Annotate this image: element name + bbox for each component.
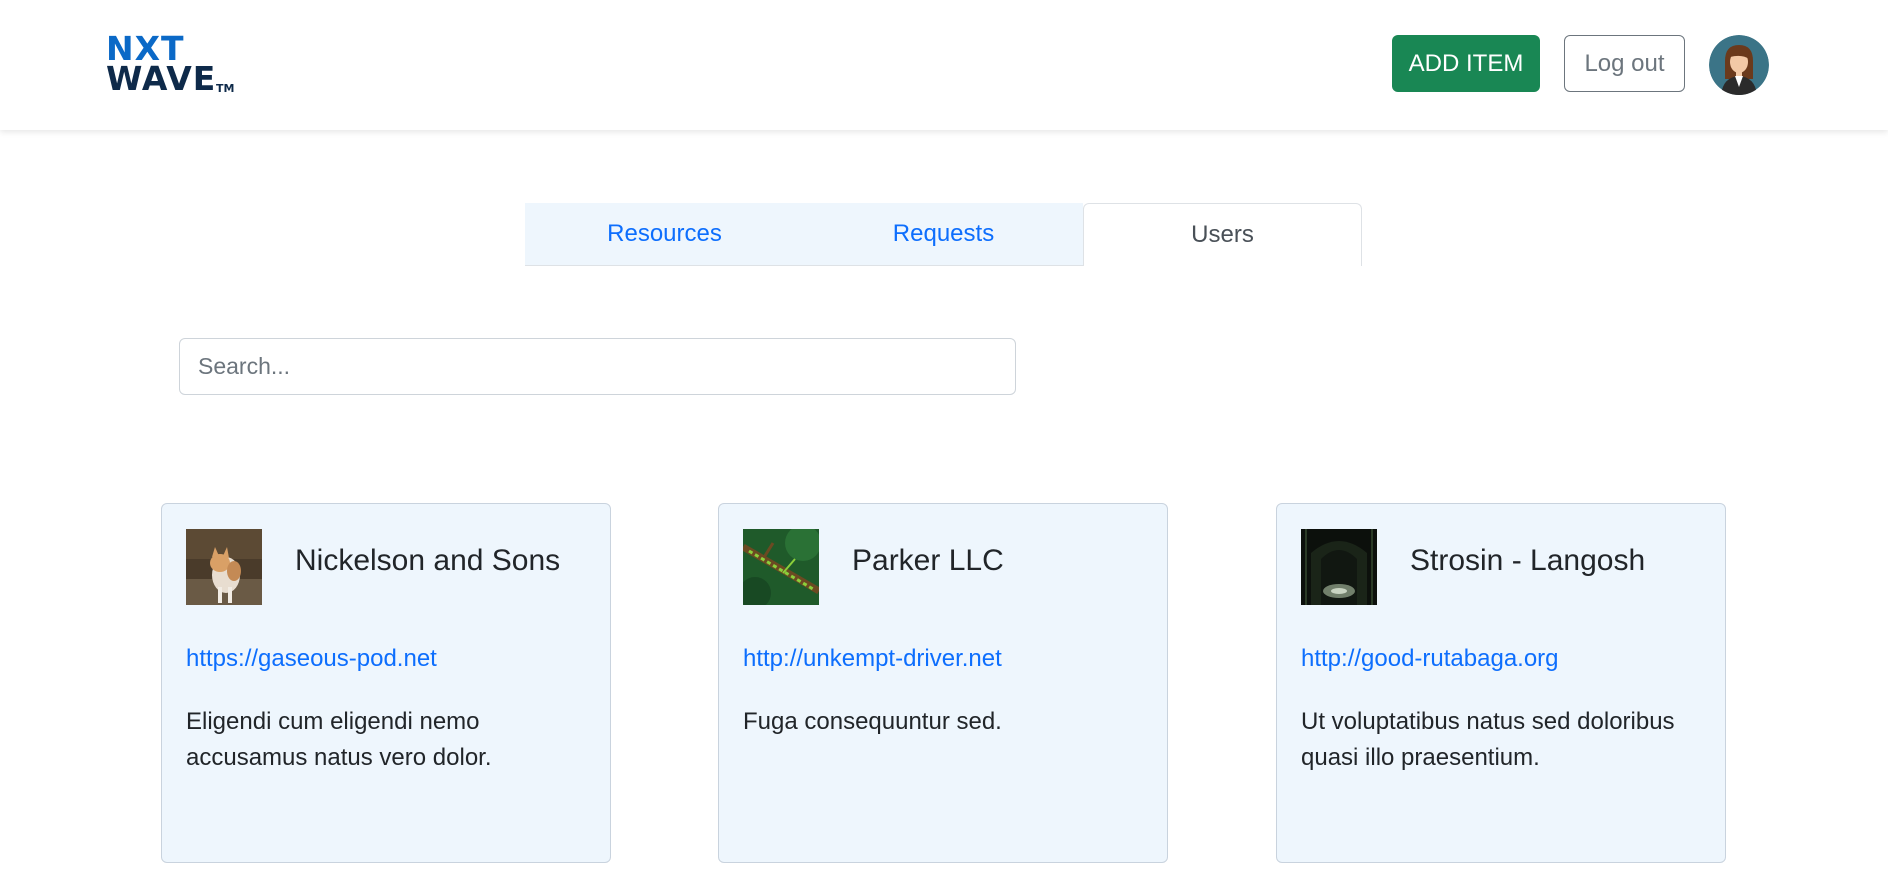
- nxtwave-logo[interactable]: NXT WAVE TM: [106, 32, 236, 96]
- add-item-button[interactable]: ADD ITEM: [1392, 35, 1540, 92]
- app-header: NXT WAVE TM ADD ITEM Log out: [0, 0, 1888, 130]
- card-link[interactable]: http://good-rutabaga.org: [1301, 645, 1559, 673]
- card-description: Fuga consequuntur sed.: [743, 708, 1002, 735]
- card-title: Strosin - Langosh: [1410, 544, 1646, 577]
- card-link[interactable]: https://gaseous-pod.net: [186, 645, 437, 673]
- moss-branch-photo-icon: [743, 529, 819, 605]
- card-description: Ut voluptatibus natus sed doloribus quas…: [1301, 708, 1675, 771]
- logo-trademark: TM: [216, 82, 235, 95]
- search-input[interactable]: [179, 338, 1016, 395]
- card-link[interactable]: http://unkempt-driver.net: [743, 645, 1002, 673]
- logo-line-2: WAVE: [106, 59, 217, 98]
- logout-button[interactable]: Log out: [1564, 35, 1685, 92]
- tunnel-photo-icon: [1301, 529, 1377, 605]
- tab-bar: Resources Requests Users: [525, 203, 1362, 266]
- tab-resources[interactable]: Resources: [525, 203, 804, 266]
- user-card[interactable]: Nickelson and Sons https://gaseous-pod.n…: [161, 503, 611, 863]
- user-avatar-icon[interactable]: [1709, 35, 1769, 95]
- user-card[interactable]: Parker LLC http://unkempt-driver.net Fug…: [718, 503, 1168, 863]
- card-title: Parker LLC: [852, 544, 1004, 577]
- card-description: Eligendi cum eligendi nemo accusamus nat…: [186, 708, 492, 771]
- tab-requests[interactable]: Requests: [804, 203, 1083, 266]
- cat-photo-icon: [186, 529, 262, 605]
- card-title: Nickelson and Sons: [295, 544, 561, 577]
- user-card[interactable]: Strosin - Langosh http://good-rutabaga.o…: [1276, 503, 1726, 863]
- tab-users[interactable]: Users: [1083, 203, 1362, 266]
